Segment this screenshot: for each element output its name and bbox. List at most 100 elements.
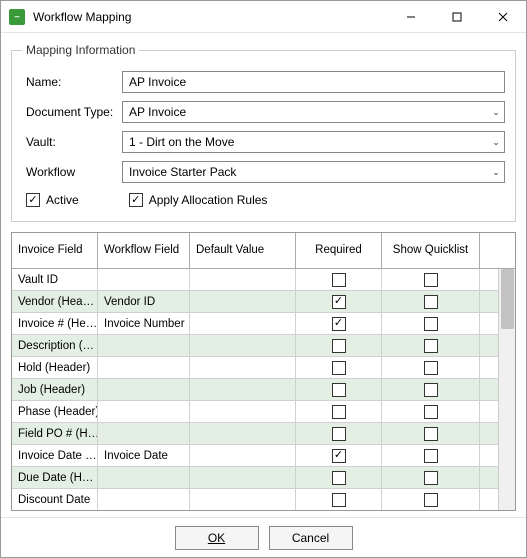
checkbox-icon	[424, 471, 438, 485]
cell-workflow-field	[98, 401, 190, 422]
table-row[interactable]: Vault ID	[12, 269, 515, 291]
checkbox-icon	[424, 383, 438, 397]
cell-invoice-field: Field PO # (H…	[12, 423, 98, 444]
ok-button[interactable]: OK	[175, 526, 259, 550]
table-row[interactable]: Vendor (Hea…Vendor ID	[12, 291, 515, 313]
cell-show-quicklist[interactable]	[382, 467, 480, 488]
workflow-select[interactable]: Invoice Starter Pack ⌄	[122, 161, 505, 183]
table-row[interactable]: Description (…	[12, 335, 515, 357]
cell-invoice-field: Invoice # (He…	[12, 313, 98, 334]
name-input[interactable]	[122, 71, 505, 93]
cell-required[interactable]	[296, 489, 382, 510]
cell-required[interactable]	[296, 291, 382, 312]
grid-body: Vault IDVendor (Hea…Vendor IDInvoice # (…	[12, 269, 515, 510]
cell-default-value	[190, 401, 296, 422]
header-invoice-field[interactable]: Invoice Field	[12, 233, 98, 268]
cell-workflow-field: Invoice Date	[98, 445, 190, 466]
checkbox-icon	[332, 405, 346, 419]
minimize-button[interactable]	[388, 1, 434, 32]
cell-show-quicklist[interactable]	[382, 445, 480, 466]
cell-show-quicklist[interactable]	[382, 401, 480, 422]
header-default-value[interactable]: Default Value	[190, 233, 296, 268]
apply-allocation-rules-checkbox[interactable]: Apply Allocation Rules	[129, 193, 268, 207]
table-row[interactable]: Invoice Date …Invoice Date	[12, 445, 515, 467]
checkbox-icon	[424, 493, 438, 507]
cell-workflow-field: Invoice Number	[98, 313, 190, 334]
cell-show-quicklist[interactable]	[382, 313, 480, 334]
table-row[interactable]: Hold (Header)	[12, 357, 515, 379]
cell-show-quicklist[interactable]	[382, 423, 480, 444]
row-vault: Vault: 1 - Dirt on the Move ⌄	[22, 131, 505, 153]
cell-show-quicklist[interactable]	[382, 489, 480, 510]
header-required[interactable]: Required	[296, 233, 382, 268]
cell-workflow-field	[98, 489, 190, 510]
close-icon	[498, 12, 508, 22]
cell-workflow-field	[98, 269, 190, 290]
cell-required[interactable]	[296, 445, 382, 466]
checkbox-icon	[424, 427, 438, 441]
window-title: Workflow Mapping	[33, 10, 388, 24]
active-label: Active	[46, 193, 79, 207]
vault-value: 1 - Dirt on the Move	[122, 131, 505, 153]
checkbox-icon	[424, 405, 438, 419]
cell-show-quicklist[interactable]	[382, 379, 480, 400]
header-workflow-field[interactable]: Workflow Field	[98, 233, 190, 268]
cell-workflow-field	[98, 357, 190, 378]
row-checkboxes: Active Apply Allocation Rules	[22, 193, 505, 207]
titlebar: ⎯ Workflow Mapping	[1, 1, 526, 33]
cell-invoice-field: Discount Date	[12, 489, 98, 510]
table-row[interactable]: Invoice # (He…Invoice Number	[12, 313, 515, 335]
cell-invoice-field: Hold (Header)	[12, 357, 98, 378]
cell-show-quicklist[interactable]	[382, 291, 480, 312]
cell-workflow-field	[98, 423, 190, 444]
cell-default-value	[190, 335, 296, 356]
checkbox-icon	[129, 193, 143, 207]
maximize-button[interactable]	[434, 1, 480, 32]
cell-show-quicklist[interactable]	[382, 335, 480, 356]
checkbox-icon	[332, 383, 346, 397]
close-button[interactable]	[480, 1, 526, 32]
table-row[interactable]: Due Date (H…	[12, 467, 515, 489]
cell-show-quicklist[interactable]	[382, 357, 480, 378]
checkbox-icon	[424, 449, 438, 463]
window-controls	[388, 1, 526, 32]
cell-required[interactable]	[296, 467, 382, 488]
table-row[interactable]: Discount Date	[12, 489, 515, 510]
apply-rules-label: Apply Allocation Rules	[149, 193, 268, 207]
table-row[interactable]: Phase (Header)	[12, 401, 515, 423]
scrollbar[interactable]	[498, 269, 515, 510]
cell-show-quicklist[interactable]	[382, 269, 480, 290]
content: Mapping Information Name: Document Type:…	[1, 33, 526, 517]
name-label: Name:	[22, 75, 122, 89]
checkbox-icon	[332, 449, 346, 463]
cell-default-value	[190, 313, 296, 334]
cell-default-value	[190, 423, 296, 444]
document-type-select[interactable]: AP Invoice ⌄	[122, 101, 505, 123]
document-type-label: Document Type:	[22, 105, 122, 119]
active-checkbox[interactable]: Active	[26, 193, 79, 207]
table-row[interactable]: Field PO # (H…	[12, 423, 515, 445]
app-icon: ⎯	[9, 9, 25, 25]
header-show-quicklist[interactable]: Show Quicklist	[382, 233, 480, 268]
checkbox-icon	[424, 339, 438, 353]
checkbox-icon	[332, 471, 346, 485]
field-mapping-grid: Invoice Field Workflow Field Default Val…	[11, 232, 516, 511]
table-row[interactable]: Job (Header)	[12, 379, 515, 401]
cell-default-value	[190, 467, 296, 488]
cell-required[interactable]	[296, 335, 382, 356]
cell-required[interactable]	[296, 313, 382, 334]
cell-required[interactable]	[296, 357, 382, 378]
checkbox-icon	[332, 317, 346, 331]
cell-required[interactable]	[296, 379, 382, 400]
cell-required[interactable]	[296, 401, 382, 422]
grid-header: Invoice Field Workflow Field Default Val…	[12, 233, 515, 269]
scrollbar-thumb[interactable]	[501, 269, 514, 329]
checkbox-icon	[332, 273, 346, 287]
ok-label: OK	[208, 531, 225, 545]
cell-required[interactable]	[296, 269, 382, 290]
cancel-button[interactable]: Cancel	[269, 526, 353, 550]
cell-required[interactable]	[296, 423, 382, 444]
vault-select[interactable]: 1 - Dirt on the Move ⌄	[122, 131, 505, 153]
window: ⎯ Workflow Mapping Mapping Information N…	[0, 0, 527, 558]
cell-workflow-field: Vendor ID	[98, 291, 190, 312]
